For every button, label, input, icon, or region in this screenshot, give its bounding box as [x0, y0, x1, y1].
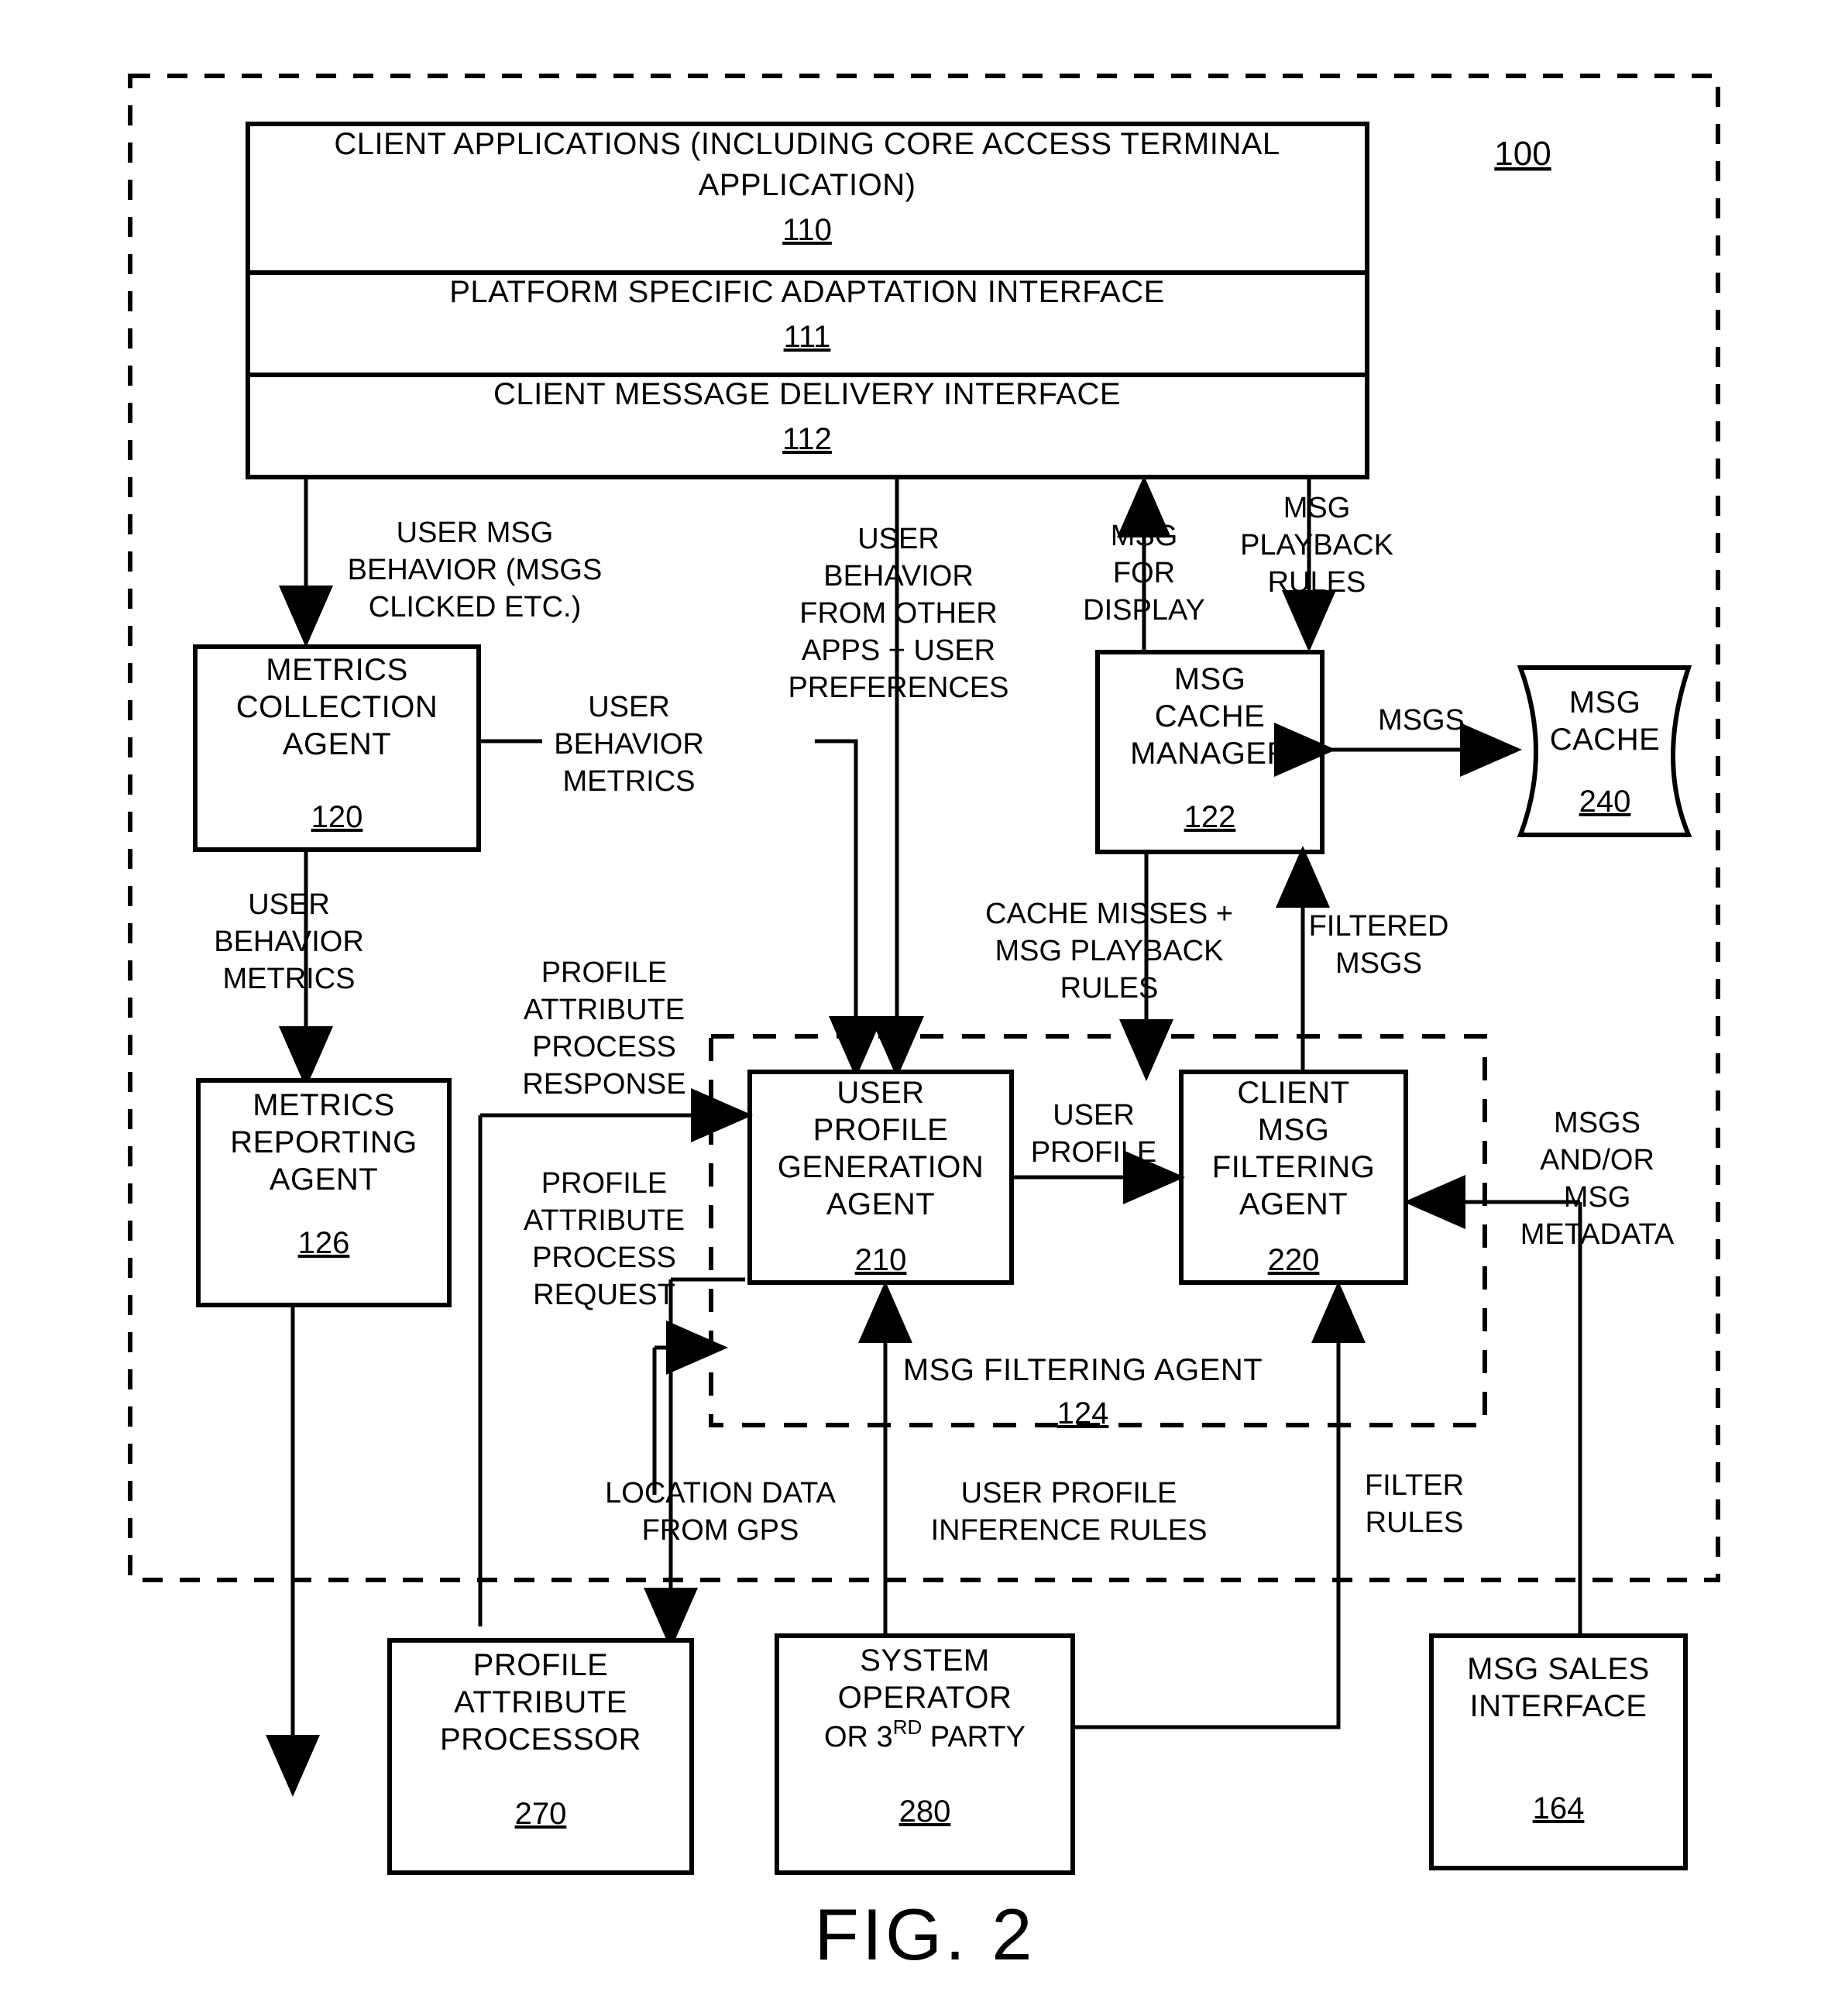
- msg-playback-rules-top-2: PLAYBACK: [1240, 529, 1393, 562]
- msg-sales-interface-line2: INTERFACE: [1470, 1689, 1647, 1723]
- user-msg-behavior-label-3: CLICKED ETC.): [369, 591, 581, 623]
- profile-attribute-processor-ref: 270: [515, 1797, 567, 1831]
- user-msg-behavior-label-2: BEHAVIOR (MSGS: [348, 554, 603, 586]
- metrics-collection-agent-line3: AGENT: [283, 727, 391, 761]
- msg-sales-interface-line1: MSG SALES: [1467, 1652, 1650, 1686]
- profile-attr-request-3: PROCESS: [532, 1242, 676, 1274]
- system-ref-100: 100: [1494, 135, 1551, 173]
- user-profile-generation-ref: 210: [855, 1243, 907, 1277]
- profile-attr-response-3: PROCESS: [532, 1031, 676, 1063]
- client-applications-label-line1: CLIENT APPLICATIONS (INCLUDING CORE ACCE…: [334, 127, 1280, 161]
- client-msg-filtering-ref: 220: [1268, 1243, 1320, 1277]
- client-message-delivery-ref: 112: [782, 422, 832, 456]
- cache-misses-2: MSG PLAYBACK: [995, 935, 1224, 967]
- msg-playback-rules-top-3: RULES: [1268, 566, 1366, 599]
- client-applications-ref: 110: [782, 213, 832, 247]
- metrics-reporting-agent-line2: REPORTING: [230, 1125, 417, 1159]
- location-data-1: LOCATION DATA: [605, 1477, 836, 1509]
- user-behavior-metrics-down-3: METRICS: [223, 963, 356, 995]
- system-operator-line3b: PARTY: [922, 1721, 1026, 1753]
- msg-for-display-3: DISPLAY: [1083, 594, 1205, 627]
- profile-attr-request-2: ATTRIBUTE: [524, 1204, 685, 1237]
- msg-for-display-2: FOR: [1113, 557, 1175, 589]
- msg-cache-manager-line3: MANAGER: [1130, 737, 1290, 771]
- client-msg-filtering-line3: FILTERING: [1212, 1150, 1375, 1184]
- msgs-cache-label: MSGS: [1378, 704, 1465, 737]
- user-behavior-other-apps-4: APPS + USER: [802, 634, 995, 667]
- profile-attr-response-4: RESPONSE: [522, 1068, 685, 1101]
- msg-for-display-1: MSG: [1111, 520, 1178, 552]
- metrics-reporting-agent-ref: 126: [298, 1226, 350, 1260]
- figure-caption: FIG. 2: [814, 1894, 1035, 1975]
- msg-filtering-agent-group-label: MSG FILTERING AGENT: [903, 1353, 1263, 1387]
- msg-cache-line2: CACHE: [1550, 723, 1661, 757]
- user-profile-generation-line2: PROFILE: [813, 1113, 949, 1147]
- system-operator-ref: 280: [899, 1794, 951, 1829]
- filter-rules-2: RULES: [1366, 1506, 1464, 1539]
- filter-rules-1: FILTER: [1365, 1469, 1464, 1502]
- cache-misses-3: RULES: [1060, 972, 1159, 1005]
- msg-sales-interface-ref: 164: [1533, 1791, 1585, 1825]
- location-data-2: FROM GPS: [642, 1514, 799, 1547]
- profile-attr-request-4: REQUEST: [533, 1279, 675, 1311]
- user-behavior-metrics-down-2: BEHAVIOR: [214, 926, 364, 958]
- system-operator-line3: OR 3RD PARTY: [824, 1715, 1026, 1753]
- client-msg-filtering-line2: MSG: [1258, 1113, 1330, 1147]
- patent-figure-canvas: CLIENT APPLICATIONS (INCLUDING CORE ACCE…: [0, 0, 1845, 2016]
- profile-attribute-processor-line2: ATTRIBUTE: [454, 1685, 627, 1719]
- platform-adaptation-label: PLATFORM SPECIFIC ADAPTATION INTERFACE: [449, 275, 1165, 309]
- msg-filtering-agent-group-ref: 124: [1057, 1396, 1109, 1430]
- user-msg-behavior-label-1: USER MSG: [397, 517, 554, 549]
- client-message-delivery-label: CLIENT MESSAGE DELIVERY INTERFACE: [493, 377, 1121, 411]
- msg-cache-line1: MSG: [1569, 685, 1641, 720]
- profile-attr-request-1: PROFILE: [541, 1167, 668, 1200]
- system-operator-line3-superscript: RD: [893, 1715, 922, 1739]
- metrics-collection-agent-line2: COLLECTION: [236, 690, 438, 724]
- metrics-reporting-agent-line1: METRICS: [253, 1088, 395, 1122]
- msgs-metadata-4: METADATA: [1520, 1218, 1675, 1251]
- user-profile-generation-line3: GENERATION: [778, 1150, 984, 1184]
- system-operator-line3a: OR 3: [824, 1721, 893, 1753]
- client-msg-filtering-line4: AGENT: [1239, 1187, 1348, 1221]
- user-behavior-other-apps-3: FROM OTHER: [799, 597, 997, 630]
- user-behavior-other-apps-5: PREFERENCES: [788, 671, 1008, 704]
- client-msg-filtering-line1: CLIENT: [1237, 1076, 1349, 1110]
- user-profile-generation-line4: AGENT: [826, 1187, 935, 1221]
- user-profile-inference-2: INFERENCE RULES: [931, 1514, 1208, 1547]
- user-behavior-other-apps-1: USER: [857, 523, 940, 555]
- user-profile-generation-line1: USER: [837, 1076, 924, 1110]
- msgs-metadata-3: MSG: [1564, 1181, 1631, 1214]
- msgs-metadata-2: AND/OR: [1540, 1144, 1654, 1176]
- msg-cache-ref: 240: [1579, 785, 1631, 819]
- system-operator-line1: SYSTEM: [860, 1643, 989, 1678]
- user-behavior-metrics-down-1: USER: [248, 888, 330, 921]
- profile-attr-response-1: PROFILE: [541, 956, 668, 989]
- profile-attribute-processor-line3: PROCESSOR: [440, 1722, 641, 1757]
- user-behavior-metrics-side-2: BEHAVIOR: [554, 728, 704, 761]
- profile-attribute-processor-line1: PROFILE: [473, 1648, 609, 1682]
- user-profile-inference-1: USER PROFILE: [961, 1477, 1177, 1509]
- filtered-msgs-2: MSGS: [1335, 947, 1422, 980]
- user-profile-1: USER: [1053, 1099, 1135, 1132]
- user-behavior-metrics-side-1: USER: [588, 691, 670, 723]
- metrics-collection-agent-line1: METRICS: [266, 653, 408, 687]
- msg-cache-manager-line2: CACHE: [1155, 699, 1266, 733]
- msgs-metadata-1: MSGS: [1554, 1107, 1641, 1139]
- user-profile-2: PROFILE: [1031, 1136, 1157, 1169]
- client-applications-label-line2: APPLICATION): [699, 168, 916, 202]
- platform-adaptation-ref: 111: [784, 320, 831, 354]
- user-behavior-other-apps-2: BEHAVIOR: [823, 560, 974, 592]
- msg-playback-rules-top-1: MSG: [1283, 492, 1351, 524]
- metrics-collection-agent-ref: 120: [311, 800, 363, 834]
- user-behavior-metrics-side-3: METRICS: [563, 765, 696, 798]
- system-operator-line2: OPERATOR: [838, 1681, 1012, 1715]
- edge-user-behavior-metrics-side-2: [815, 739, 858, 1069]
- msg-cache-manager-line1: MSG: [1174, 662, 1246, 696]
- metrics-reporting-agent-line3: AGENT: [270, 1163, 378, 1197]
- filtered-msgs-1: FILTERED: [1309, 910, 1449, 943]
- profile-attr-response-2: ATTRIBUTE: [524, 994, 685, 1026]
- msg-cache-manager-ref: 122: [1184, 800, 1236, 834]
- cache-misses-1: CACHE MISSES +: [985, 898, 1233, 930]
